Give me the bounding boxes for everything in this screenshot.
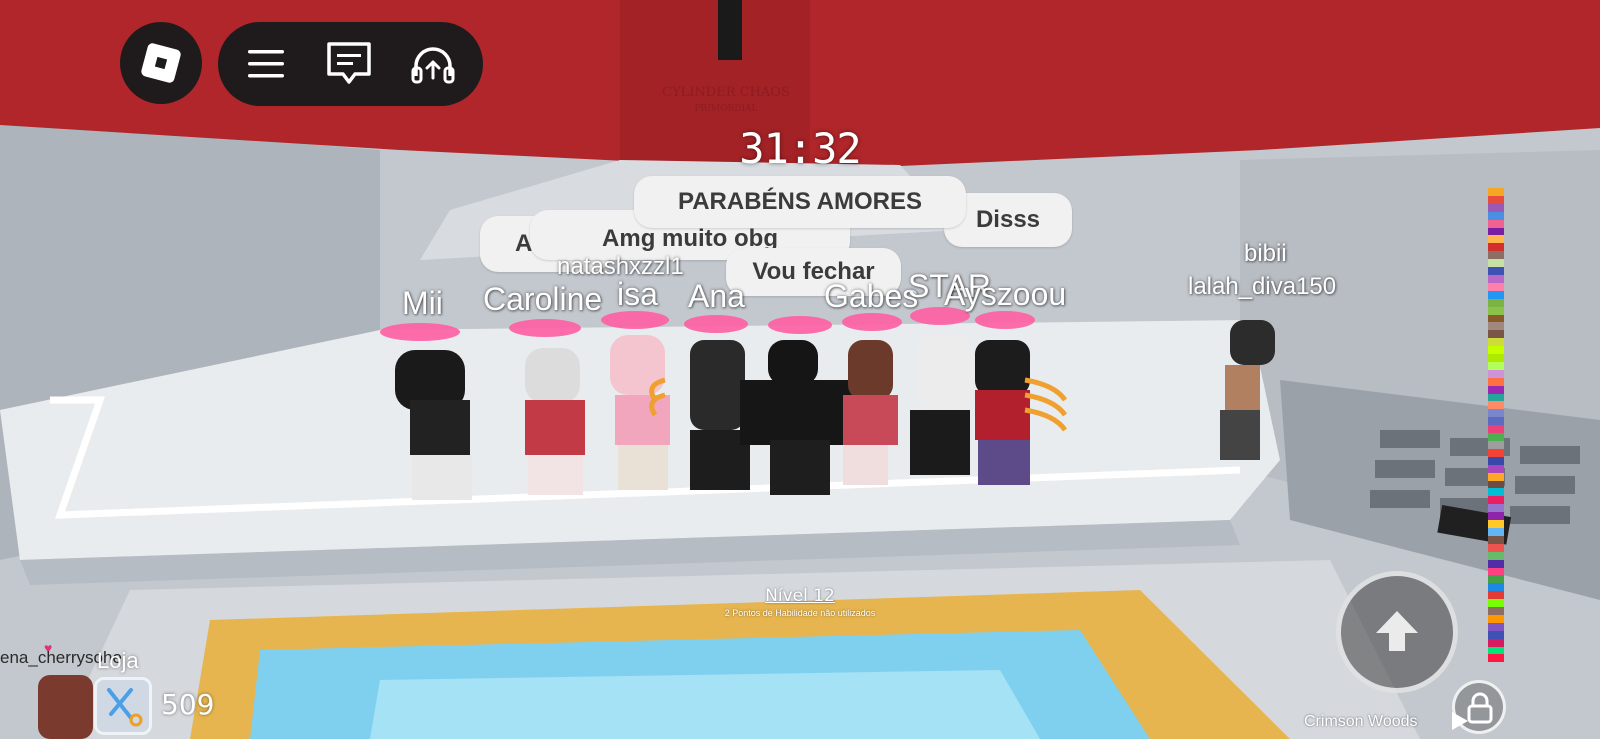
color-swatch[interactable] — [1488, 385, 1504, 394]
skill-points-text: 2 Pontos de Habilidade não utilizados — [724, 608, 876, 618]
player-nametag: bibii — [1244, 240, 1287, 267]
color-swatch[interactable] — [1488, 646, 1504, 655]
level-label[interactable]: Nível 12 — [660, 586, 940, 606]
color-swatch[interactable] — [1488, 583, 1504, 592]
color-swatch[interactable] — [1488, 464, 1504, 473]
play-icon[interactable] — [1452, 712, 1468, 730]
color-swatch[interactable] — [1488, 614, 1504, 623]
color-swatch[interactable] — [1488, 638, 1504, 647]
color-swatch[interactable] — [1488, 195, 1504, 204]
player-nametag: Gabes — [824, 278, 919, 314]
color-swatch[interactable] — [1488, 401, 1504, 410]
color-swatch[interactable] — [1488, 377, 1504, 386]
player-nametag: isa — [617, 276, 658, 312]
color-swatch[interactable] — [1488, 417, 1504, 426]
color-swatch[interactable] — [1488, 369, 1504, 378]
hamburger-menu-icon — [248, 50, 284, 78]
round-timer: 31:32 — [739, 124, 861, 173]
color-swatch[interactable] — [1488, 520, 1504, 528]
wall-sign-line1: CYLINDER CHAOS — [662, 85, 790, 100]
color-swatch[interactable] — [1488, 591, 1504, 600]
color-swatch[interactable] — [1488, 219, 1504, 228]
color-swatch[interactable] — [1488, 314, 1504, 323]
color-swatch[interactable] — [1488, 496, 1504, 505]
color-swatch[interactable] — [1488, 567, 1504, 576]
player-nametag: Ana — [688, 278, 745, 314]
voice-button[interactable] — [408, 40, 458, 88]
jump-button[interactable] — [1336, 571, 1458, 693]
wall-sign-line2: PRIMORDIAL — [694, 104, 757, 114]
color-swatch[interactable] — [1488, 361, 1504, 370]
color-swatch[interactable] — [1488, 448, 1504, 457]
player-nametag: Caroline — [483, 281, 603, 317]
chat-icon — [327, 42, 371, 84]
color-swatch[interactable] — [1488, 338, 1504, 347]
color-swatch[interactable] — [1488, 622, 1504, 631]
color-swatch[interactable] — [1488, 306, 1504, 315]
color-swatch[interactable] — [1488, 543, 1504, 552]
roblox-logo-icon — [140, 42, 182, 84]
color-swatch[interactable] — [1488, 274, 1504, 283]
jump-arrow-icon — [1376, 611, 1418, 651]
player-nametag: lalah_diva150 — [1188, 273, 1337, 300]
player-nametag: Ayszoou — [944, 276, 1067, 312]
avatar-caroline — [525, 348, 585, 495]
color-swatch[interactable] — [1488, 488, 1504, 497]
color-swatch[interactable] — [1488, 259, 1504, 268]
lock-icon — [1467, 692, 1493, 724]
menu-button[interactable] — [240, 40, 290, 88]
coin-count: 509 — [161, 688, 215, 721]
color-swatch[interactable] — [1488, 330, 1504, 339]
color-swatch[interactable] — [1488, 512, 1504, 521]
color-swatch[interactable] — [1488, 504, 1504, 513]
chat-button[interactable] — [324, 40, 374, 88]
color-swatch[interactable] — [1488, 630, 1504, 639]
color-swatch[interactable] — [1488, 599, 1504, 608]
color-swatch[interactable] — [1488, 346, 1504, 355]
color-swatch[interactable] — [1488, 251, 1504, 260]
color-swatch[interactable] — [1488, 441, 1504, 449]
color-palette-strip[interactable] — [1488, 188, 1504, 663]
color-swatch[interactable] — [1488, 393, 1504, 402]
color-swatch[interactable] — [1488, 527, 1504, 536]
avatar-isa — [610, 335, 670, 490]
color-swatch[interactable] — [1488, 535, 1504, 544]
color-swatch[interactable] — [1488, 267, 1504, 275]
color-swatch[interactable] — [1488, 211, 1504, 220]
level-info: Nível 12 2 Pontos de Habilidade não util… — [660, 586, 940, 618]
color-swatch[interactable] — [1488, 188, 1504, 196]
chat-bubble: PARABÉNS AMORES — [634, 176, 966, 228]
location-label: Crimson Woods — [1304, 713, 1418, 730]
color-swatch[interactable] — [1488, 235, 1504, 244]
top-menu-bar — [218, 22, 483, 106]
color-swatch[interactable] — [1488, 456, 1504, 465]
color-swatch[interactable] — [1488, 282, 1504, 291]
color-swatch[interactable] — [1488, 575, 1504, 584]
color-swatch[interactable] — [1488, 227, 1504, 236]
roblox-logo-button[interactable] — [120, 22, 202, 104]
color-swatch[interactable] — [1488, 559, 1504, 568]
color-swatch[interactable] — [1488, 290, 1504, 299]
color-swatch[interactable] — [1488, 551, 1504, 560]
shop-icon — [107, 688, 143, 727]
color-swatch[interactable] — [1488, 607, 1504, 615]
color-swatch[interactable] — [1488, 409, 1504, 418]
color-swatch[interactable] — [1488, 654, 1504, 663]
avatar-ayszoou — [975, 340, 1030, 485]
color-swatch[interactable] — [1488, 322, 1504, 331]
color-swatch[interactable] — [1488, 433, 1504, 441]
color-swatch[interactable] — [1488, 472, 1504, 481]
color-swatch[interactable] — [1488, 243, 1504, 252]
headset-icon — [411, 47, 455, 84]
color-swatch[interactable] — [1488, 480, 1504, 489]
player-nametag: Mii — [402, 285, 443, 321]
shop-label: Loja — [97, 648, 139, 673]
color-swatch[interactable] — [1488, 425, 1504, 434]
shop-button[interactable] — [94, 677, 152, 735]
color-swatch[interactable] — [1488, 354, 1504, 362]
color-swatch[interactable] — [1488, 298, 1504, 307]
color-swatch[interactable] — [1488, 203, 1504, 212]
